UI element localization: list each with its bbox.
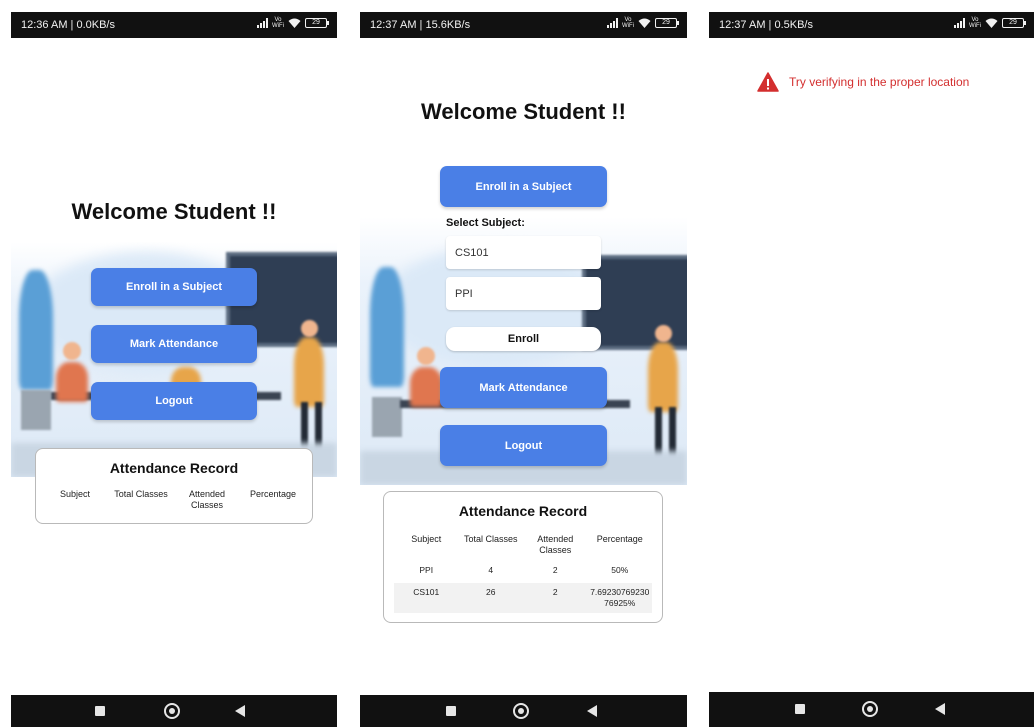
status-signal-icon: [607, 18, 618, 28]
attendance-table-header: Subject Total Classes Attended Classes P…: [36, 489, 312, 511]
logout-button[interactable]: Logout: [440, 425, 607, 466]
screen-home: 12:36 AM | 0.0KB/s Vo WiFi 29 Welcome Stu…: [11, 12, 337, 727]
enroll-subject-button[interactable]: Enroll in a Subject: [91, 268, 257, 306]
logout-button[interactable]: Logout: [91, 382, 257, 420]
status-bar: 12:36 AM | 0.0KB/s Vo WiFi 29: [11, 12, 337, 38]
back-icon[interactable]: [935, 703, 945, 715]
attendance-record-card: Attendance Record Subject Total Classes …: [35, 448, 313, 524]
nav-bar: [360, 695, 687, 727]
recent-apps-icon[interactable]: [95, 706, 105, 716]
back-icon[interactable]: [587, 705, 597, 717]
location-alert: Try verifying in the proper location: [757, 72, 969, 92]
battery-icon: 29: [305, 18, 329, 28]
table-cell: 4: [488, 565, 494, 575]
screen-enroll: 12:37 AM | 15.6KB/s Vo WiFi 29 Welcome St…: [360, 12, 687, 727]
back-icon[interactable]: [235, 705, 245, 717]
column-header: Percentage: [596, 534, 643, 544]
battery-icon: 29: [655, 18, 679, 28]
enroll-button[interactable]: Enroll: [446, 327, 601, 351]
attendance-record-title: Attendance Record: [458, 503, 588, 519]
status-time: 12:37 AM | 15.6KB/s: [370, 19, 471, 31]
table-row: CS101 26 2 7.69230769230 76925%: [394, 583, 652, 613]
table-cell: 7.69230769230 76925%: [590, 587, 650, 608]
nav-bar: [709, 692, 1034, 727]
attendance-record-title: Attendance Record: [109, 460, 239, 476]
mark-attendance-button[interactable]: Mark Attendance: [91, 325, 257, 363]
home-icon[interactable]: [862, 701, 878, 717]
column-header: Percentage: [249, 489, 297, 499]
welcome-heading: Welcome Student !!: [421, 99, 626, 124]
alert-message: Try verifying in the proper location: [789, 75, 970, 89]
table-cell: 50%: [611, 565, 629, 575]
subject-option-ppi[interactable]: PPI: [446, 277, 601, 310]
mark-attendance-button[interactable]: Mark Attendance: [440, 367, 607, 408]
wifi-icon: [638, 18, 651, 28]
volte-icon: Vo WiFi: [622, 17, 634, 29]
subject-option-cs101[interactable]: CS101: [446, 236, 601, 269]
table-cell: PPI: [419, 565, 434, 575]
column-header: Subject: [59, 489, 91, 499]
select-subject-label: Select Subject:: [446, 217, 525, 229]
column-header: Total Classes: [114, 489, 168, 499]
column-header: Total Classes: [463, 534, 518, 544]
status-bar: 12:37 AM | 0.5KB/s Vo WiFi 29: [709, 12, 1034, 38]
table-row: PPI 4 2 50%: [394, 565, 652, 581]
welcome-heading: Welcome Student !!: [71, 199, 277, 224]
battery-icon: 29: [1002, 18, 1026, 28]
status-signal-icon: [257, 18, 268, 28]
wifi-icon: [288, 18, 301, 28]
status-time: 12:37 AM | 0.5KB/s: [719, 19, 813, 31]
home-icon[interactable]: [164, 703, 180, 719]
status-bar: 12:37 AM | 15.6KB/s Vo WiFi 29: [360, 12, 687, 38]
column-header: Attended Classes: [537, 534, 574, 555]
volte-icon: Vo WiFi: [272, 17, 284, 29]
screen-location-error: 12:37 AM | 0.5KB/s Vo WiFi 29 Try verifyi…: [709, 12, 1034, 727]
enroll-subject-button[interactable]: Enroll in a Subject: [440, 166, 607, 207]
recent-apps-icon[interactable]: [446, 706, 456, 716]
table-cell: 2: [552, 565, 558, 575]
table-cell: 26: [486, 587, 496, 597]
status-time: 12:36 AM | 0.0KB/s: [21, 19, 115, 31]
table-cell: 2: [552, 587, 558, 597]
home-icon[interactable]: [513, 703, 529, 719]
wifi-icon: [985, 18, 998, 28]
volte-icon: Vo WiFi: [969, 17, 981, 29]
recent-apps-icon[interactable]: [795, 704, 805, 714]
attendance-record-card: Attendance Record Subject Total Classes …: [383, 491, 663, 623]
status-signal-icon: [954, 18, 965, 28]
attendance-table-header: Subject Total Classes Attended Classes P…: [384, 534, 662, 556]
warning-icon: [757, 72, 779, 92]
nav-bar: [11, 695, 337, 727]
column-header: Subject: [411, 534, 442, 544]
table-cell: CS101: [413, 587, 440, 597]
column-header: Attended Classes: [188, 489, 226, 510]
